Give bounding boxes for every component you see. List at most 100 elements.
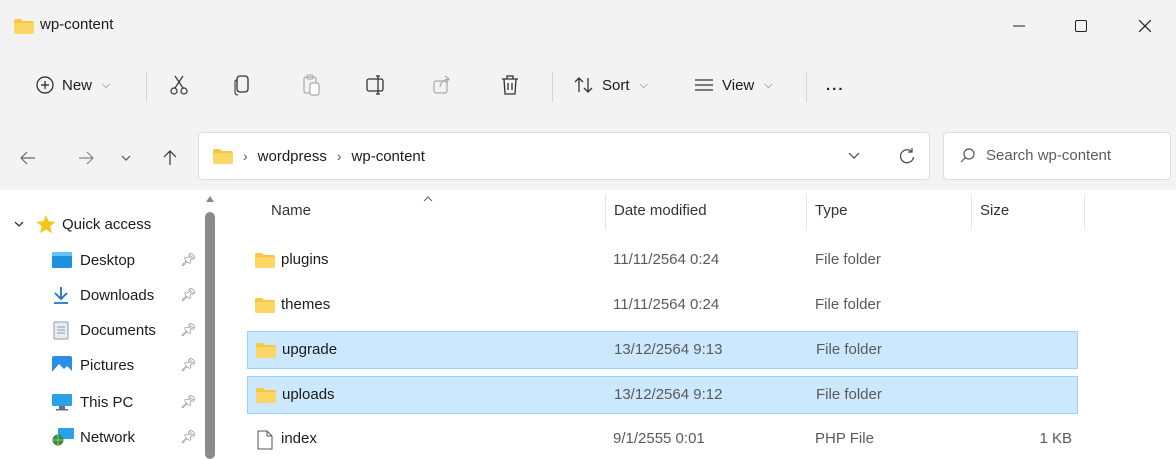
pin-icon[interactable]: 📌︎: [180, 287, 197, 303]
chevron-down-icon[interactable]: [848, 152, 860, 160]
recent-locations-button[interactable]: [112, 144, 140, 172]
refresh-icon[interactable]: [899, 147, 915, 165]
file-date-modified: 11/11/2564 0:24: [613, 251, 720, 268]
sidebar-item-documents[interactable]: Documents 📌︎: [0, 314, 200, 346]
arrow-left-icon: [20, 151, 35, 165]
sidebar-item-desktop[interactable]: Desktop 📌︎: [0, 244, 200, 276]
folder-icon: [14, 19, 34, 34]
file-date-modified: 9/1/2555 0:01: [613, 430, 705, 447]
title-bar: wp-content: [0, 0, 1176, 50]
pin-icon[interactable]: 📌︎: [180, 394, 197, 410]
sidebar-item-this-pc[interactable]: This PC 📌︎: [0, 386, 200, 418]
plus-circle-icon: [36, 76, 54, 94]
pin-icon[interactable]: 📌︎: [180, 429, 197, 445]
new-label: New: [62, 76, 93, 94]
column-header-type[interactable]: Type: [815, 202, 848, 230]
close-button[interactable]: [1122, 8, 1168, 44]
address-bar[interactable]: › wordpress › wp-content: [198, 132, 930, 180]
divider: [806, 72, 807, 102]
scrollbar-thumb[interactable]: [205, 212, 215, 459]
sort-ascending-icon: [423, 196, 433, 202]
file-name: uploads: [282, 386, 335, 403]
chevron-down-icon[interactable]: [14, 220, 24, 228]
sidebar-item-quick-access[interactable]: Quick access: [0, 208, 200, 240]
sidebar-item-network[interactable]: Network 📌︎: [0, 421, 200, 453]
breadcrumb-separator-icon: ›: [243, 148, 248, 164]
rename-icon: [366, 75, 384, 95]
column-header-size[interactable]: Size: [980, 202, 1009, 230]
divider: [552, 72, 553, 102]
file-name: themes: [281, 296, 331, 313]
chevron-down-icon: ⌵: [639, 78, 648, 91]
file-row[interactable]: themes 11/11/2564 0:24 File folder: [247, 287, 1078, 325]
forward-button[interactable]: [72, 144, 100, 172]
file-icon: [257, 430, 273, 450]
file-date-modified: 11/11/2564 0:24: [613, 296, 720, 313]
network-icon: [52, 428, 74, 446]
file-row[interactable]: uploads 13/12/2564 9:12 File folder: [247, 376, 1078, 414]
file-type: PHP File: [815, 430, 874, 447]
download-icon: [54, 287, 68, 304]
sidebar-item-downloads[interactable]: Downloads 📌︎: [0, 279, 200, 311]
view-label: View: [722, 76, 755, 94]
sidebar-item-label: Desktop: [80, 251, 136, 269]
back-button[interactable]: [14, 144, 42, 172]
folder-icon: [256, 343, 276, 358]
pin-icon[interactable]: 📌︎: [180, 357, 197, 373]
column-divider[interactable]: [1084, 194, 1085, 230]
view-button[interactable]: View ⌵: [694, 66, 773, 104]
search-box[interactable]: Search wp-content: [943, 132, 1171, 180]
breadcrumb-item[interactable]: wordpress: [258, 148, 327, 165]
column-divider[interactable]: [605, 194, 606, 230]
pin-icon[interactable]: 📌︎: [180, 252, 197, 268]
new-button[interactable]: New ⌵: [36, 66, 110, 104]
sidebar-item-pictures[interactable]: Pictures 📌︎: [0, 349, 200, 381]
file-name: plugins: [281, 251, 329, 268]
column-divider[interactable]: [806, 194, 807, 230]
chevron-down-icon: ⌵: [764, 78, 773, 91]
sort-label: Sort: [602, 76, 630, 94]
file-type: File folder: [815, 251, 881, 268]
minimize-icon: [1013, 25, 1025, 27]
pin-icon[interactable]: 📌︎: [180, 322, 197, 338]
file-row[interactable]: upgrade 13/12/2564 9:13 File folder: [247, 331, 1078, 369]
search-icon: [960, 148, 975, 163]
breadcrumb-item[interactable]: wp-content: [352, 148, 425, 165]
file-type: File folder: [816, 341, 882, 358]
file-type: File folder: [815, 296, 881, 313]
file-name: index: [281, 430, 317, 447]
sidebar-item-label: Documents: [80, 321, 156, 339]
file-row[interactable]: index 9/1/2555 0:01 PHP File 1 KB: [247, 421, 1078, 459]
delete-button[interactable]: [500, 66, 520, 104]
arrow-right-icon: [79, 151, 94, 165]
chevron-down-icon: [121, 155, 131, 161]
share-button[interactable]: [432, 66, 452, 104]
cut-button[interactable]: [168, 66, 190, 104]
star-icon: [36, 214, 56, 233]
folder-icon: [255, 298, 275, 313]
scroll-up-arrow-icon[interactable]: [206, 196, 214, 202]
paste-button[interactable]: [302, 66, 322, 104]
column-header-name[interactable]: Name: [271, 202, 311, 230]
pictures-icon: [52, 356, 72, 374]
up-button[interactable]: [156, 144, 184, 172]
arrow-up-icon: [163, 150, 177, 165]
copy-button[interactable]: [234, 66, 252, 104]
rename-button[interactable]: [366, 66, 388, 104]
minimize-button[interactable]: [996, 8, 1042, 44]
cut-icon: [170, 75, 188, 95]
divider: [146, 72, 147, 102]
maximize-button[interactable]: [1058, 8, 1104, 44]
sidebar-item-label: Downloads: [80, 286, 155, 304]
sidebar-scrollbar[interactable]: [203, 190, 217, 459]
search-input[interactable]: Search wp-content: [986, 147, 1111, 164]
sort-button[interactable]: Sort ⌵: [574, 66, 648, 104]
folder-icon: [256, 388, 276, 403]
computer-icon: [52, 394, 72, 411]
column-header-date-modified[interactable]: Date modified: [614, 202, 707, 230]
more-options-button[interactable]: ...: [826, 66, 845, 104]
command-bar: New ⌵ Sort ⌵ View ⌵ ...: [0, 52, 1176, 118]
file-row[interactable]: plugins 11/11/2564 0:24 File folder: [247, 242, 1078, 280]
sidebar-item-label: Network: [80, 428, 136, 446]
column-divider[interactable]: [971, 194, 972, 230]
